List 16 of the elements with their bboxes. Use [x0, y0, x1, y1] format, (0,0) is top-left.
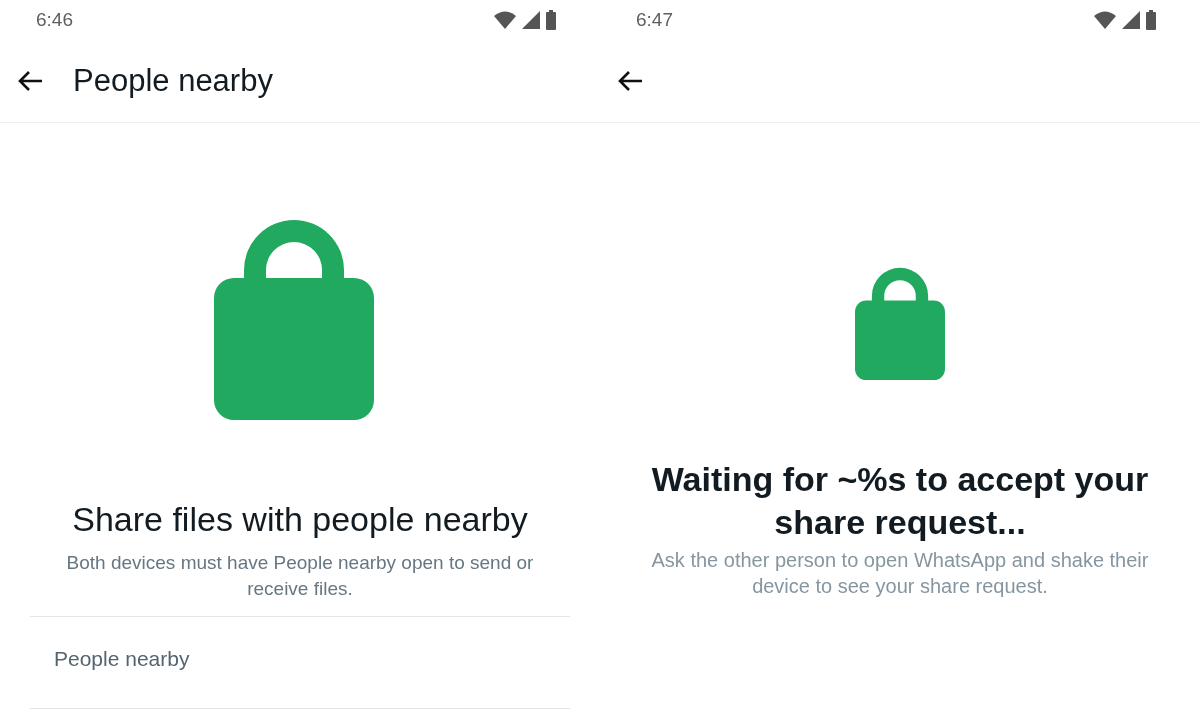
wifi-icon: [494, 11, 516, 29]
signal-icon: [522, 11, 540, 29]
back-arrow-icon: [617, 70, 643, 92]
battery-icon: [1146, 10, 1156, 30]
signal-icon: [1122, 11, 1140, 29]
battery-icon: [546, 10, 556, 30]
status-time: 6:46: [36, 7, 73, 32]
back-arrow-icon: [17, 70, 43, 92]
screen-title: People nearby: [73, 61, 273, 100]
wifi-icon: [1094, 11, 1116, 29]
heading: Share files with people nearby: [71, 499, 529, 540]
description: Both devices must have People nearby open to send or receive files.: [65, 551, 535, 601]
heading: Waiting for ~%s to accept your share request...: [650, 459, 1150, 544]
description: Ask the other person to open WhatsApp and shake their device to see your share request.: [650, 548, 1150, 600]
section-header: People nearby: [54, 647, 190, 670]
status-time: 6:47: [636, 7, 673, 32]
